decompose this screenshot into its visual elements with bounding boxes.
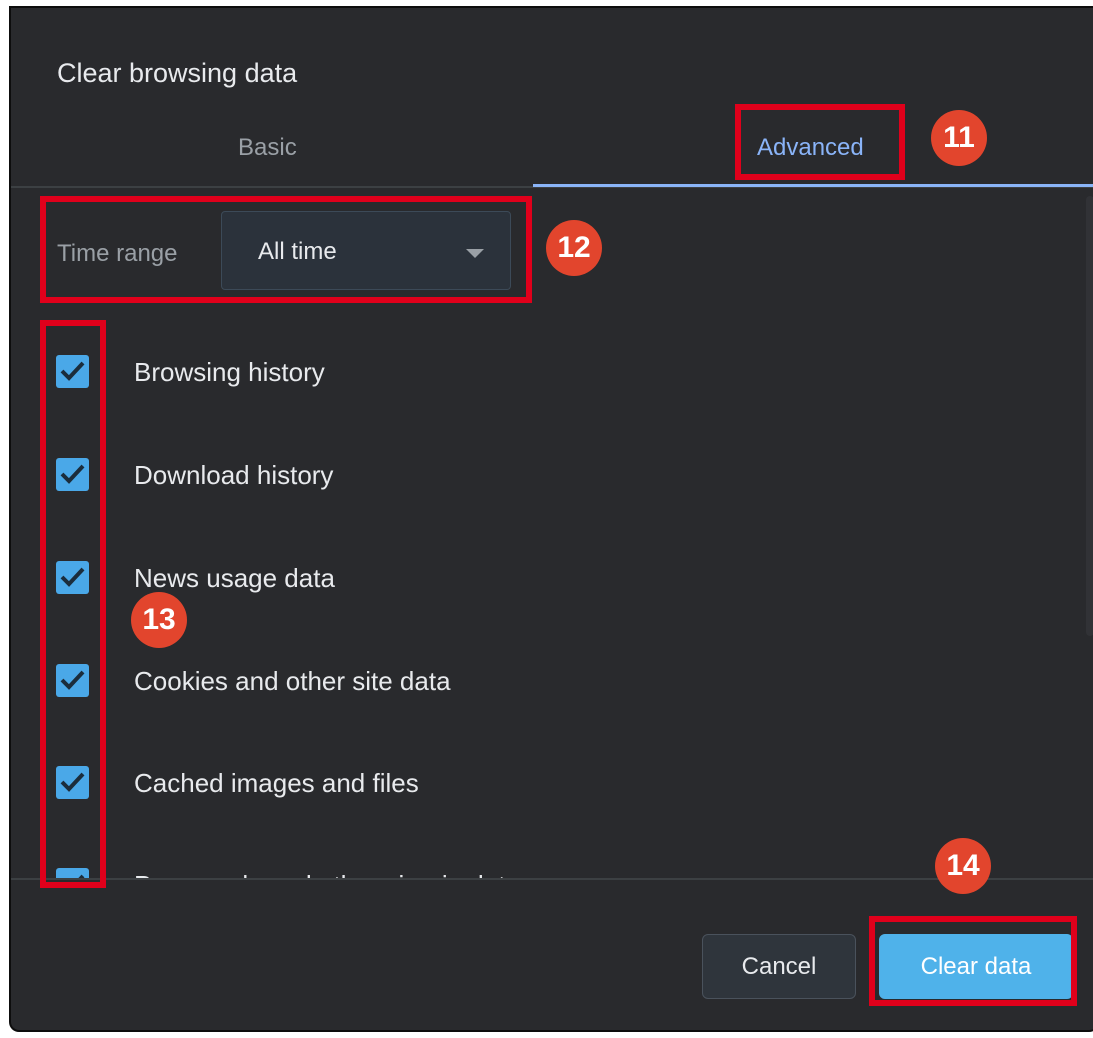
list-item-cached-images[interactable]: Cached images and files [11, 766, 1011, 826]
list-item-browsing-history[interactable]: Browsing history [11, 355, 1011, 415]
tab-basic[interactable]: Basic [238, 134, 297, 162]
item-label: Cached images and files [134, 768, 419, 798]
list-item-download-history[interactable]: Download history [11, 458, 1011, 518]
item-label: Cookies and other site data [134, 666, 451, 696]
step-badge-13: 13 [131, 592, 187, 648]
item-label: Passwords and other sign-in data [134, 870, 520, 878]
step-badge-14: 14 [935, 838, 991, 894]
item-label: News usage data [134, 563, 335, 593]
clear-browsing-data-dialog: Clear browsing data Basic Advanced Time … [9, 6, 1093, 1032]
highlight-box-time-range [40, 196, 532, 303]
scrollbar[interactable] [1086, 196, 1093, 636]
cancel-button[interactable]: Cancel [702, 934, 856, 999]
highlight-box-checkboxes [40, 320, 106, 888]
active-tab-indicator [533, 184, 1093, 187]
item-label: Download history [134, 460, 334, 490]
step-badge-12: 12 [546, 220, 602, 276]
highlight-box-clear-data [869, 916, 1077, 1006]
footer-divider [11, 878, 1093, 880]
list-item-passwords[interactable]: Passwords and other sign-in data [11, 868, 1011, 878]
item-label: Browsing history [134, 357, 325, 387]
checkbox-list: Browsing history Download history News u… [11, 308, 1071, 878]
highlight-box-advanced-tab [735, 104, 905, 180]
list-item-cookies[interactable]: Cookies and other site data [11, 664, 1011, 724]
dialog-title: Clear browsing data [57, 58, 298, 88]
step-badge-11: 11 [931, 110, 987, 166]
